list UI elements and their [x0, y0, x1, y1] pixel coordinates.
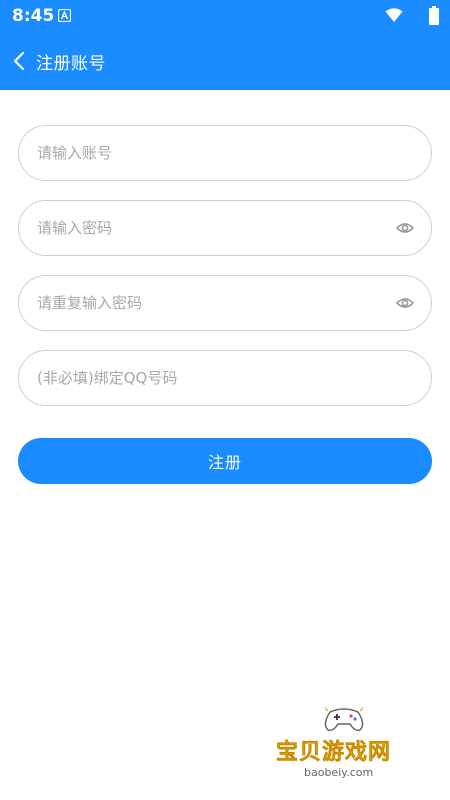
gamepad-icon: [324, 707, 364, 732]
confirm-password-input[interactable]: [37, 276, 387, 330]
app-notification-icon: [58, 9, 71, 22]
qq-input[interactable]: [37, 351, 387, 405]
app-header: 注册账号: [0, 32, 450, 90]
account-field[interactable]: [18, 125, 432, 181]
watermark-url: baobeiy.com: [304, 766, 374, 779]
account-input[interactable]: [37, 126, 387, 180]
confirm-password-field[interactable]: [18, 275, 432, 331]
chevron-left-icon: [13, 51, 25, 71]
register-button[interactable]: 注册: [18, 438, 432, 484]
qq-field[interactable]: [18, 350, 432, 406]
status-time: 8:45: [12, 6, 55, 26]
status-bar: 8:45: [0, 0, 450, 32]
battery-icon: [429, 6, 439, 25]
wifi-icon: [385, 8, 403, 22]
back-button[interactable]: 注册账号: [12, 44, 106, 78]
password-field[interactable]: [18, 200, 432, 256]
eye-icon[interactable]: [396, 294, 414, 312]
password-input[interactable]: [37, 201, 387, 255]
eye-icon[interactable]: [396, 219, 414, 237]
watermark-title: 宝贝游戏网: [276, 740, 392, 766]
page-title: 注册账号: [36, 53, 106, 74]
watermark: 宝贝游戏网 baobeiy.com: [268, 700, 424, 792]
